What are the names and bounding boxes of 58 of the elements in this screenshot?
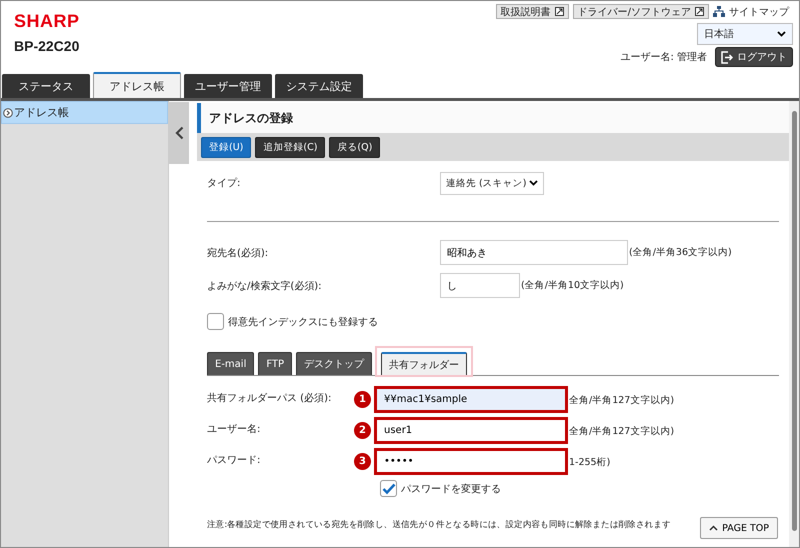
external-link-icon xyxy=(695,7,704,16)
nav-tab[interactable]: システム設定 xyxy=(275,74,363,98)
note-text: 注意:各種設定で使用されている宛先を削除し、送信先が０件となる時には、設定内容も同時に解除または削除されます xyxy=(207,519,671,531)
checkbox[interactable] xyxy=(380,480,397,497)
action-button[interactable]: 戻る(Q) xyxy=(329,136,380,158)
field-hint: 全角/半角127文字以内) xyxy=(569,394,674,407)
manual-link[interactable]: ドライバー/ソフトウェア xyxy=(572,4,709,19)
language-select[interactable]: 日本語 xyxy=(697,23,793,45)
checkbox-label: 得意先インデックスにも登録する xyxy=(228,316,378,328)
chevron-left-icon xyxy=(174,126,184,140)
chevron-up-icon xyxy=(709,525,718,531)
sub-tab[interactable]: FTP xyxy=(258,352,292,375)
action-button[interactable]: 登録(U) xyxy=(201,136,252,158)
sub-tab[interactable]: 共有フォルダー xyxy=(381,352,468,375)
chevron-down-icon xyxy=(529,180,538,186)
checkbox[interactable] xyxy=(207,313,224,330)
sub-tab[interactable]: デスクトップ xyxy=(296,352,372,375)
brand-logo: SHARP xyxy=(14,11,80,32)
field-hint: 全角/半角127文字以内) xyxy=(569,425,674,438)
chevron-circle-icon xyxy=(3,108,13,118)
sitemap-link[interactable]: サイトマップ xyxy=(729,4,789,18)
field-label: パスワード: xyxy=(207,454,262,467)
manual-link[interactable]: 取扱説明書 xyxy=(496,4,569,19)
field-label: 宛先名(必須): xyxy=(207,246,270,260)
field-label: 共有フォルダーパス (必須): xyxy=(207,392,332,405)
callout-badge: 2 xyxy=(354,422,371,439)
user-name-label: ユーザー名: 管理者 xyxy=(620,50,707,64)
field-hint: (全角/半角36文字以内) xyxy=(629,246,732,259)
logout-icon xyxy=(721,50,733,64)
sitemap-icon xyxy=(713,6,725,17)
page-top-button[interactable]: PAGE TOP xyxy=(700,517,778,539)
field-label: タイプ: xyxy=(207,176,242,190)
text-field[interactable]: ••••• xyxy=(374,448,568,475)
collapse-button[interactable] xyxy=(169,102,189,164)
logout-button[interactable]: ログアウト xyxy=(715,47,793,67)
type-select[interactable]: 連絡先 (スキャン) xyxy=(440,172,544,194)
field-hint: (全角/半角10文字以内) xyxy=(521,279,624,292)
field-hint: 1-255桁) xyxy=(569,456,610,469)
field-label: よみがな/検索文字(必須): xyxy=(207,280,323,292)
model-name: BP-22C20 xyxy=(14,38,80,54)
nav-tab[interactable]: アドレス帳 xyxy=(93,72,181,98)
text-field[interactable]: user1 xyxy=(374,417,568,444)
nav-tab[interactable]: ユーザー管理 xyxy=(184,74,272,98)
page-title: アドレスの登録 xyxy=(197,103,789,133)
nav-tab[interactable]: ステータス xyxy=(2,74,90,98)
field-label: ユーザー名: xyxy=(207,423,262,436)
callout-badge: 3 xyxy=(354,453,371,470)
chevron-down-icon xyxy=(777,31,786,37)
sub-tab[interactable]: E-mail xyxy=(207,352,254,375)
scrollbar[interactable] xyxy=(789,101,799,547)
checkbox-label: パスワードを変更する xyxy=(401,482,501,496)
text-field[interactable]: し xyxy=(440,273,520,298)
sidebar-item[interactable]: アドレス帳 xyxy=(1,101,168,124)
text-field[interactable]: ¥¥mac1¥sample xyxy=(374,386,568,413)
action-button[interactable]: 追加登録(C) xyxy=(255,136,326,158)
external-link-icon xyxy=(554,7,564,16)
callout-badge: 1 xyxy=(354,391,371,408)
text-field[interactable]: 昭和あき xyxy=(440,240,628,265)
